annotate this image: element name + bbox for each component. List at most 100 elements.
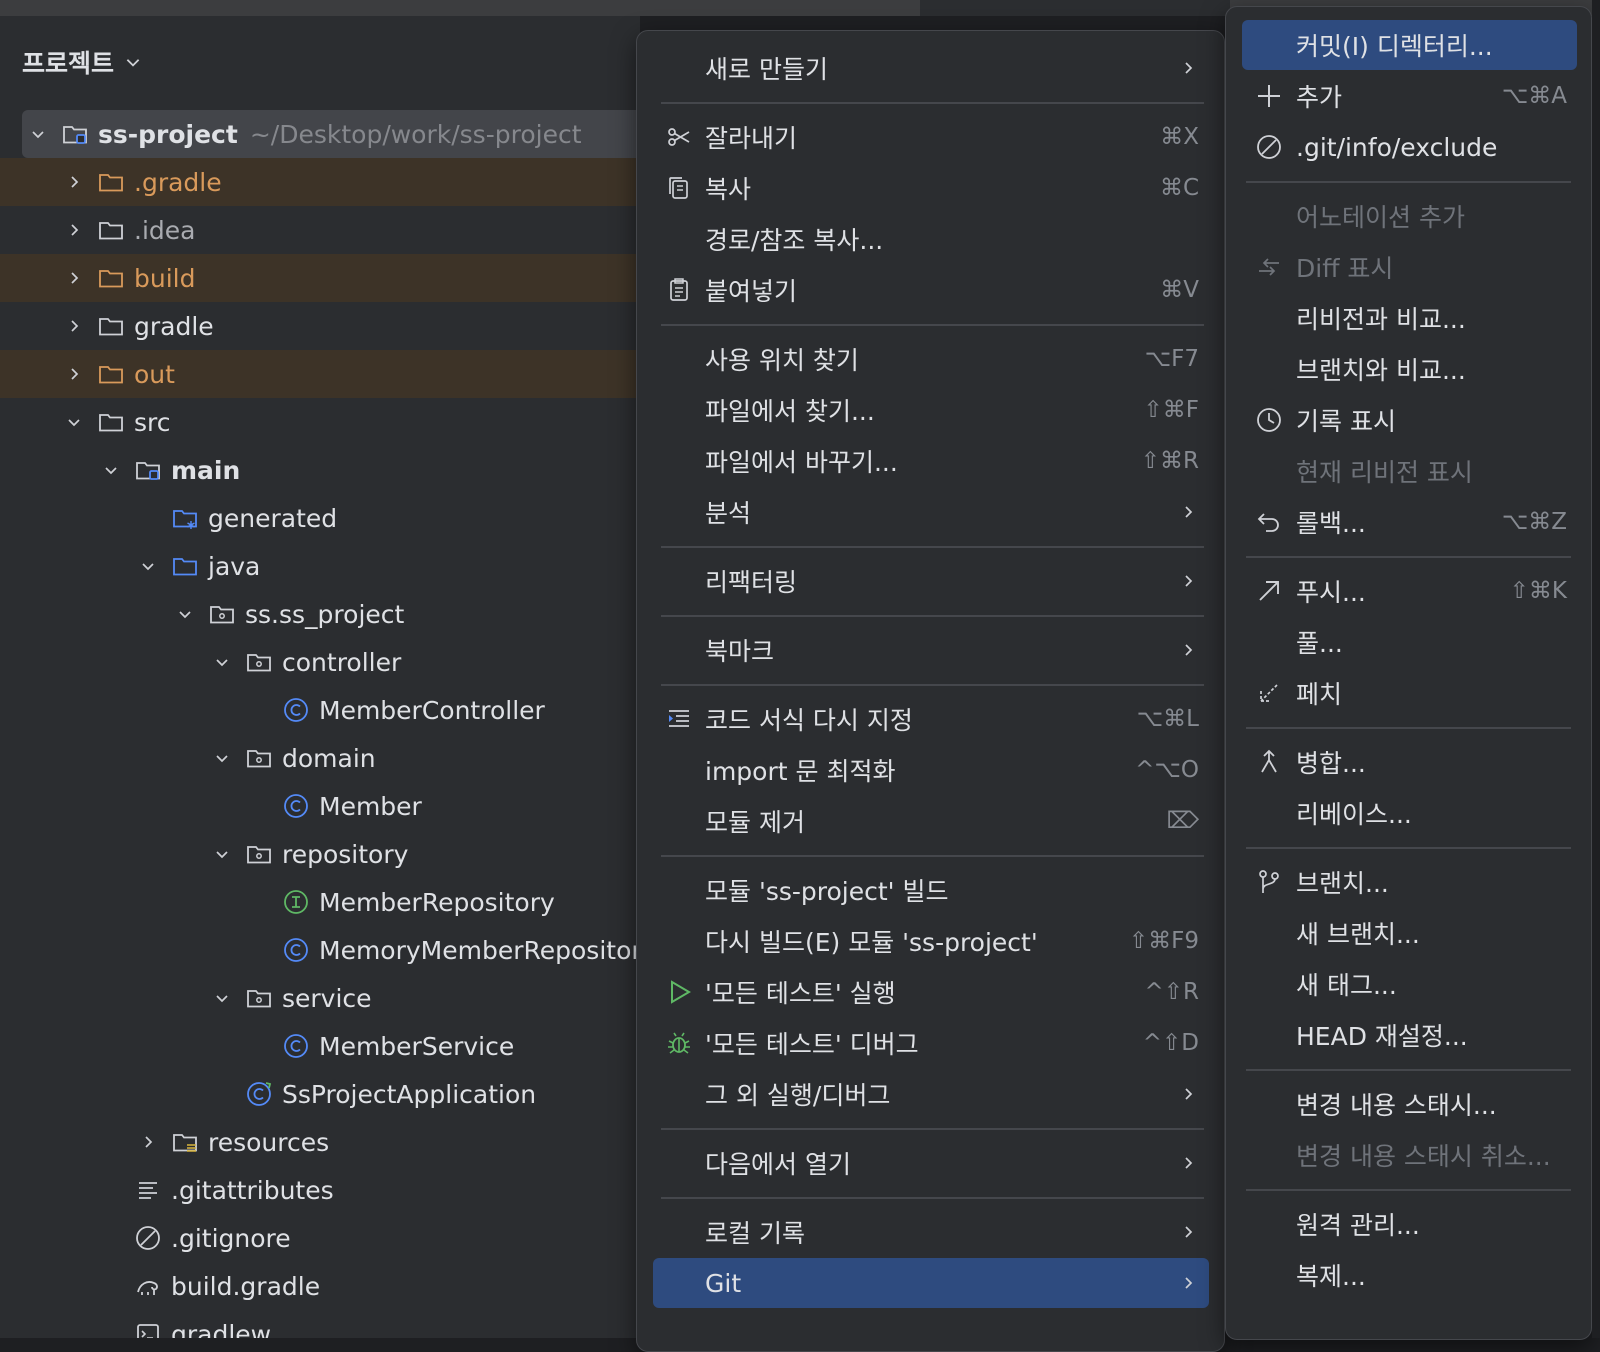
tree-node[interactable]: resources: [0, 1118, 640, 1166]
menu-item-label: 다음에서 열기: [705, 1150, 851, 1179]
tree-node-label: service: [282, 983, 372, 1013]
git-menu-item[interactable]: 풀...: [1242, 617, 1577, 667]
tree-expander: [249, 1036, 269, 1056]
tree-expander[interactable]: [64, 268, 84, 288]
tree-node[interactable]: out: [0, 350, 640, 398]
git-menu-item[interactable]: 커밋(I) 디렉터리...: [1242, 20, 1577, 70]
tree-node[interactable]: MemberController: [0, 686, 640, 734]
tree-expander[interactable]: [138, 1132, 158, 1152]
git-menu-item[interactable]: 복제...: [1242, 1250, 1577, 1300]
tree-node-label: build: [134, 263, 196, 293]
menu-item[interactable]: 복사 ⌘C: [653, 163, 1209, 213]
menu-item[interactable]: 붙여넣기 ⌘V: [653, 265, 1209, 315]
tree-expander[interactable]: [212, 652, 232, 672]
git-menu-item[interactable]: 원격 관리...: [1242, 1199, 1577, 1249]
menu-item[interactable]: 파일에서 바꾸기... ⇧⌘R: [653, 436, 1209, 486]
tree-node[interactable]: service: [0, 974, 640, 1022]
git-menu-item[interactable]: HEAD 재설정...: [1242, 1010, 1577, 1060]
git-menu-item[interactable]: 푸시... ⇧⌘K: [1242, 566, 1577, 616]
tree-node[interactable]: MemberService: [0, 1022, 640, 1070]
tree-node[interactable]: src: [0, 398, 640, 446]
menu-item[interactable]: 그 외 실행/디버그: [653, 1069, 1209, 1119]
menu-item[interactable]: import 문 최적화 ^⌥O: [653, 745, 1209, 795]
menu-item-shortcut: ⇧⌘R: [1140, 448, 1199, 474]
tree-expander[interactable]: [175, 604, 195, 624]
menu-item[interactable]: Git: [653, 1258, 1209, 1308]
git-menu-item[interactable]: 새 태그...: [1242, 959, 1577, 1009]
tree-node[interactable]: .gitattributes: [0, 1166, 640, 1214]
tree-node-label: generated: [208, 503, 338, 533]
git-menu-item[interactable]: 롤백... ⌥⌘Z: [1242, 497, 1577, 547]
tree-expander[interactable]: [64, 316, 84, 336]
menu-item[interactable]: 새로 만들기: [653, 43, 1209, 93]
git-menu-item[interactable]: 리비전과 비교...: [1242, 293, 1577, 343]
tree-node[interactable]: main: [0, 446, 640, 494]
menu-item[interactable]: '모든 테스트' 디버그 ^⇧D: [653, 1018, 1209, 1068]
git-menu-item[interactable]: 병합...: [1242, 737, 1577, 787]
tree-node[interactable]: Member: [0, 782, 640, 830]
tree-node[interactable]: generated: [0, 494, 640, 542]
git-menu-item[interactable]: 변경 내용 스태시...: [1242, 1079, 1577, 1129]
spring-class-icon: [247, 1082, 272, 1106]
project-view-selector[interactable]: 프로젝트: [22, 44, 142, 80]
tree-node[interactable]: .gradle: [0, 158, 640, 206]
tree-expander[interactable]: [64, 412, 84, 432]
menu-item[interactable]: 로컬 기록: [653, 1207, 1209, 1257]
tree-node[interactable]: .gitignore: [0, 1214, 640, 1262]
tree-expander[interactable]: [101, 460, 121, 480]
menu-item[interactable]: 북마크: [653, 625, 1209, 675]
menu-item[interactable]: 다음에서 열기: [653, 1138, 1209, 1188]
tree-expander[interactable]: [64, 220, 84, 240]
menu-item-label: 기록 표시: [1296, 407, 1396, 436]
tree-expander[interactable]: [138, 556, 158, 576]
git-menu-item[interactable]: 브랜치...: [1242, 857, 1577, 907]
menu-item[interactable]: 파일에서 찾기... ⇧⌘F: [653, 385, 1209, 435]
menu-item[interactable]: 모듈 제거 ⌦: [653, 796, 1209, 846]
menu-item-label: 북마크: [705, 637, 775, 666]
tree-expander[interactable]: [64, 172, 84, 192]
menu-item-label: 분석: [705, 499, 752, 528]
tree-expander[interactable]: [64, 364, 84, 384]
git-menu-item[interactable]: 브랜치와 비교...: [1242, 344, 1577, 394]
git-menu-item[interactable]: .git/info/exclude: [1242, 122, 1577, 172]
module-folder-icon: [136, 462, 160, 480]
tree-node[interactable]: build: [0, 254, 640, 302]
git-menu-item[interactable]: 페치: [1242, 668, 1577, 718]
menu-item[interactable]: '모든 테스트' 실행 ^⇧R: [653, 967, 1209, 1017]
git-menu-item[interactable]: 리베이스...: [1242, 788, 1577, 838]
diff-icon: [1259, 258, 1279, 276]
class-icon: [284, 698, 308, 722]
menu-item[interactable]: 잘라내기 ⌘X: [653, 112, 1209, 162]
git-menu-item[interactable]: 기록 표시: [1242, 395, 1577, 445]
menu-item-label: HEAD 재설정...: [1296, 1022, 1468, 1051]
git-menu-item[interactable]: 새 브랜치...: [1242, 908, 1577, 958]
menu-item[interactable]: 다시 빌드(E) 모듈 'ss-project' ⇧⌘F9: [653, 916, 1209, 966]
tree-node[interactable]: ss.ss_project: [0, 590, 640, 638]
tree-node[interactable]: gradlew: [0, 1310, 640, 1338]
tree-node[interactable]: controller: [0, 638, 640, 686]
tree-node[interactable]: ss-project ~/Desktop/work/ss-project: [22, 110, 640, 158]
menu-item[interactable]: 코드 서식 다시 지정 ⌥⌘L: [653, 694, 1209, 744]
tree-expander[interactable]: [212, 988, 232, 1008]
tree-node[interactable]: gradle: [0, 302, 640, 350]
tree-node[interactable]: MemberRepository: [0, 878, 640, 926]
tree-expander[interactable]: [212, 748, 232, 768]
tree-node[interactable]: java: [0, 542, 640, 590]
tree-node[interactable]: domain: [0, 734, 640, 782]
git-menu-item[interactable]: 추가 ⌥⌘A: [1242, 71, 1577, 121]
tree-node[interactable]: SsProjectApplication: [0, 1070, 640, 1118]
tree-node[interactable]: build.gradle: [0, 1262, 640, 1310]
tree-node[interactable]: repository: [0, 830, 640, 878]
chevron-right-icon: [1185, 62, 1193, 74]
menu-item-shortcut: ⇧⌘F9: [1128, 928, 1199, 954]
menu-item[interactable]: 모듈 'ss-project' 빌드: [653, 865, 1209, 915]
menu-item[interactable]: 분석: [653, 487, 1209, 537]
menu-item[interactable]: 사용 위치 찾기 ⌥F7: [653, 334, 1209, 384]
tree-expander[interactable]: [28, 124, 48, 144]
menu-item[interactable]: 리팩터링: [653, 556, 1209, 606]
tree-node[interactable]: MemoryMemberRepository: [0, 926, 640, 974]
menu-item[interactable]: 경로/참조 복사...: [653, 214, 1209, 264]
tree-expander[interactable]: [212, 844, 232, 864]
chevron-down-icon: [105, 467, 117, 475]
tree-node[interactable]: .idea: [0, 206, 640, 254]
